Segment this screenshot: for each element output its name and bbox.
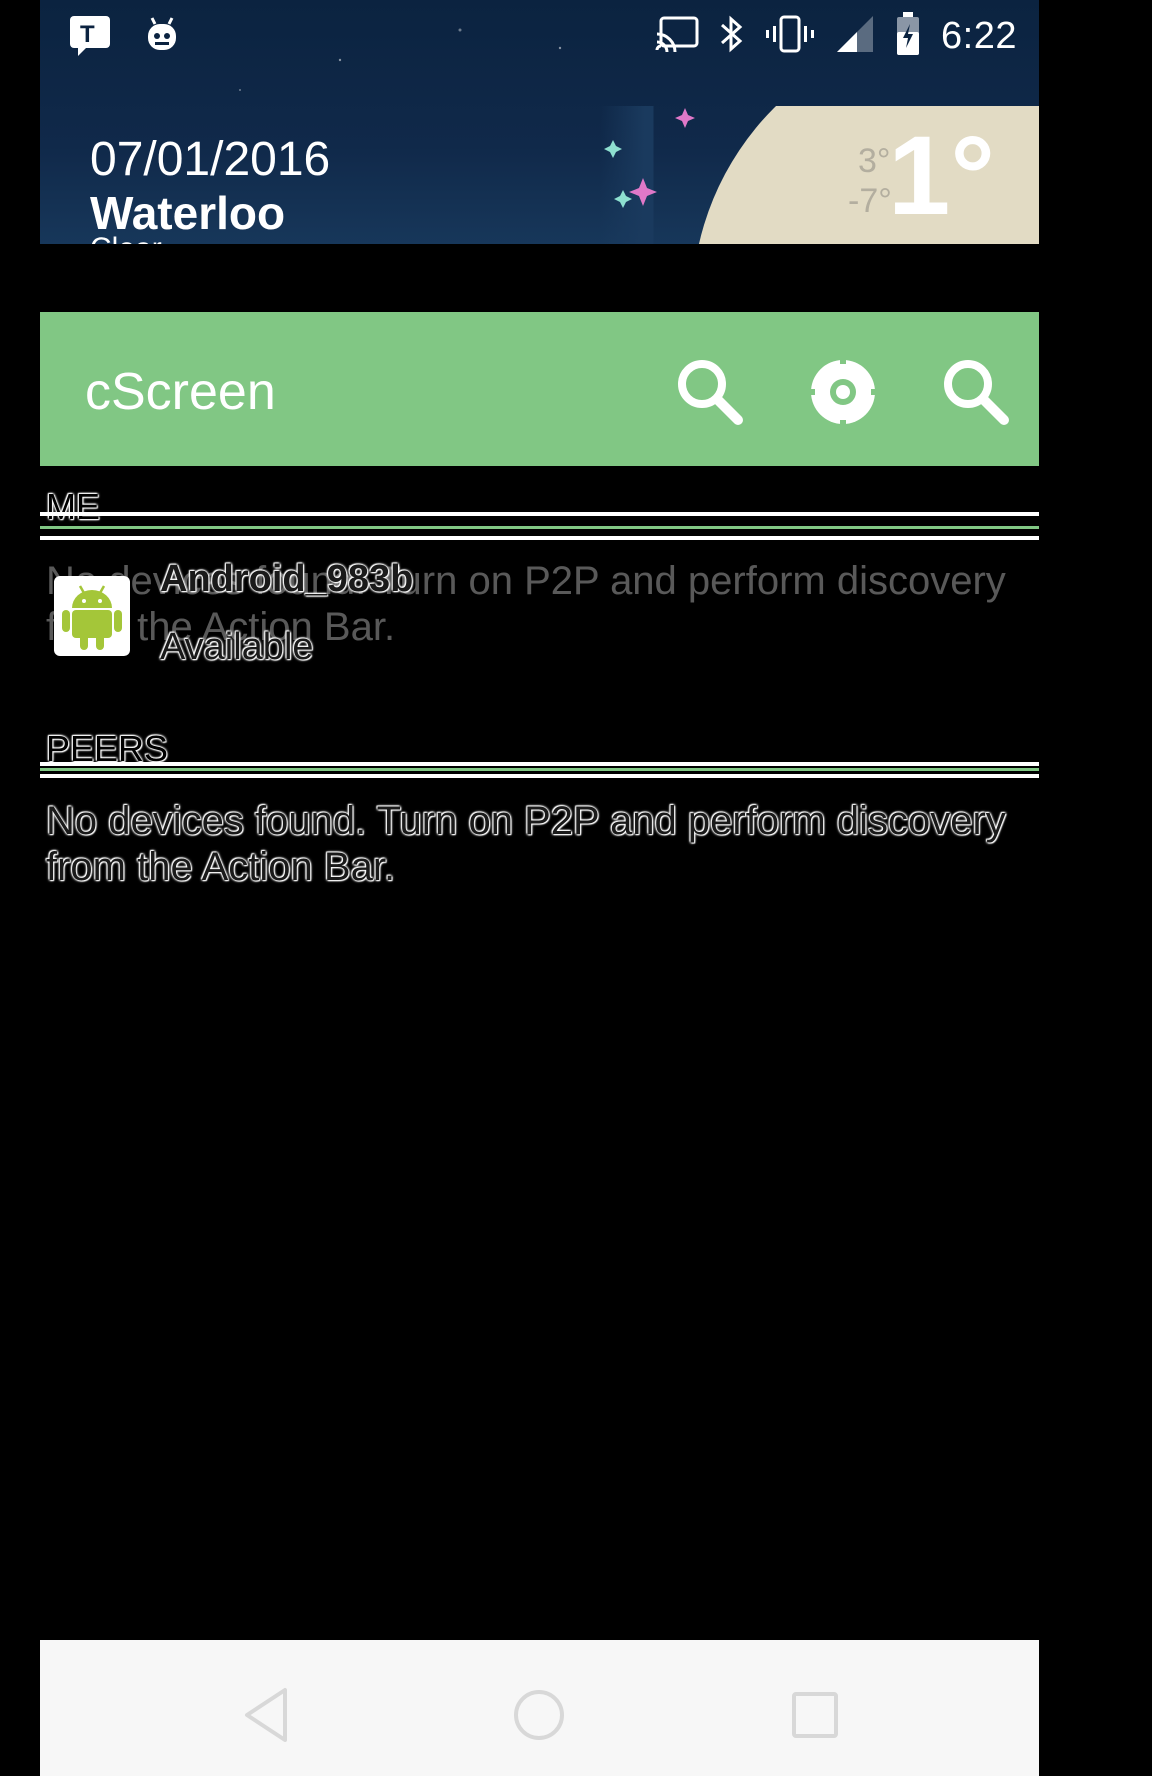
search-button[interactable] xyxy=(670,352,750,432)
notification-shade: T 6:22 07/01/2016 Waterloo 3° -7° 1° xyxy=(40,0,1039,244)
weather-date: 07/01/2016 xyxy=(90,133,331,186)
me-section-divider-bottom xyxy=(40,536,1039,540)
navigation-bar xyxy=(40,1640,1039,1776)
android-icon xyxy=(54,576,130,656)
weather-temp-low: -7° xyxy=(848,182,892,220)
home-button[interactable] xyxy=(504,1680,574,1750)
app-title: cScreen xyxy=(85,363,276,421)
my-device-name: Android_983b xyxy=(160,558,414,600)
main-content: ME No devices found. Turn on P2P and per… xyxy=(40,466,1039,1640)
weather-temp-current: 1° xyxy=(888,113,996,238)
me-section-divider xyxy=(40,512,1039,516)
search-icon xyxy=(678,360,743,425)
home-icon xyxy=(514,1690,564,1740)
action-bar: cScreen xyxy=(40,312,1039,466)
peers-section-divider-bottom xyxy=(40,774,1039,778)
back-icon xyxy=(245,1688,287,1742)
peers-section-divider xyxy=(40,762,1039,766)
weather-condition: Clear xyxy=(90,232,162,244)
peers-section-divider-accent xyxy=(40,768,1039,771)
my-device-status: Available xyxy=(160,626,314,668)
settings-button[interactable] xyxy=(803,352,883,432)
recents-icon xyxy=(792,1692,838,1738)
weather-temp-high: 3° xyxy=(858,142,891,180)
me-section-divider-accent xyxy=(40,526,1039,529)
me-section-header: ME xyxy=(46,486,100,527)
settings-icon xyxy=(809,358,877,426)
discover-button[interactable] xyxy=(936,352,1016,432)
discover-icon xyxy=(944,360,1009,425)
peers-empty-message: No devices found. Turn on P2P and perfor… xyxy=(46,799,1006,889)
back-button[interactable] xyxy=(235,1680,305,1750)
recents-button[interactable] xyxy=(780,1680,850,1750)
